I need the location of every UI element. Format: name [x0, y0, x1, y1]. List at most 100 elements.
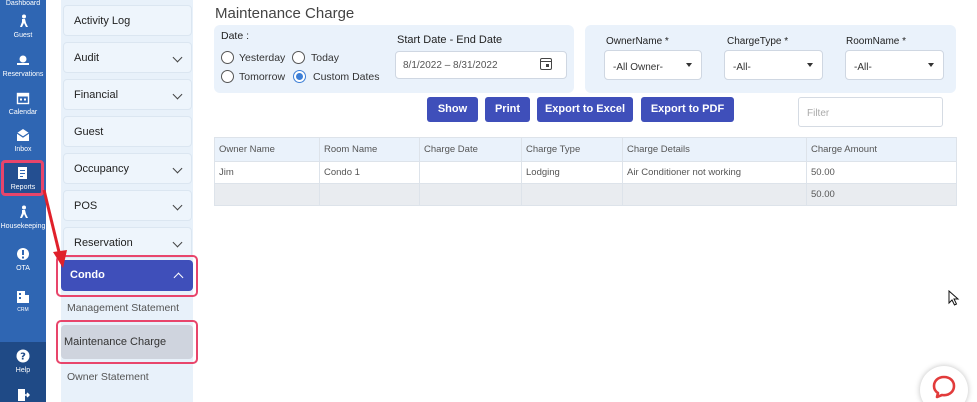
radio-custom-dates-label: Custom Dates	[313, 71, 380, 83]
menu-audit-label: Audit	[74, 52, 100, 64]
chat-widget[interactable]	[920, 366, 968, 402]
rail-reservations-label: Reservations	[2, 71, 44, 78]
table-header-row: Owner Name Room Name Charge Date Charge …	[214, 137, 957, 162]
menu-pos-label: POS	[74, 200, 98, 212]
header-charge-type[interactable]: Charge Type	[521, 137, 623, 162]
chevron-down-icon	[172, 237, 183, 248]
reports-icon	[18, 167, 27, 179]
cell-charge-type: Lodging	[521, 161, 623, 184]
chevron-down-icon	[172, 52, 183, 63]
radio-today-label: Today	[311, 52, 340, 64]
radio-yesterday[interactable]	[221, 51, 234, 64]
rail-inbox-label: Inbox	[14, 146, 32, 153]
menu-financial[interactable]: Financial	[63, 79, 192, 110]
rail-ota[interactable]: OTA	[0, 247, 46, 273]
rail-crm[interactable]: CRM	[0, 290, 46, 313]
cell-charge-date	[419, 161, 522, 184]
radio-yesterday-label: Yesterday	[239, 52, 286, 64]
rail-housekeeping-label: Housekeeping	[0, 223, 46, 230]
mouse-cursor-icon	[948, 290, 960, 306]
svg-text:?: ?	[20, 352, 26, 363]
calendar-icon[interactable]	[540, 58, 552, 70]
maintenance-charge-table: Owner Name Room Name Charge Date Charge …	[214, 137, 957, 206]
header-owner-name[interactable]: Owner Name	[214, 137, 320, 162]
nav-rail: Dashboard Guest Reservations Calendar In…	[0, 0, 46, 402]
rail-reports-label: Reports	[10, 184, 36, 191]
submenu-management-statement[interactable]: Management Statement	[67, 302, 179, 314]
rail-reservations[interactable]: Reservations	[0, 53, 46, 79]
radio-tomorrow[interactable]	[221, 70, 234, 83]
calendar-icon	[16, 92, 30, 105]
total-charge-amount: 50.00	[806, 183, 957, 206]
menu-condo-label: Condo	[70, 269, 105, 281]
menu-reservation[interactable]: Reservation	[63, 227, 192, 258]
caret-down-icon	[807, 63, 813, 67]
header-charge-amount[interactable]: Charge Amount	[806, 137, 957, 162]
rail-ota-label: OTA	[16, 265, 30, 272]
menu-activity-log-label: Activity Log	[74, 15, 131, 27]
rail-dashboard[interactable]: Dashboard	[0, 0, 46, 8]
guest-icon	[20, 14, 28, 27]
header-charge-details[interactable]: Charge Details	[622, 137, 807, 162]
owner-name-select[interactable]: -All Owner-	[604, 50, 702, 80]
header-room-name[interactable]: Room Name	[319, 137, 420, 162]
housekeeping-icon	[20, 205, 28, 218]
rail-guest-label: Guest	[13, 32, 33, 39]
page-title: Maintenance Charge	[215, 5, 355, 22]
menu-activity-log[interactable]: Activity Log	[63, 5, 192, 36]
chevron-down-icon	[172, 163, 183, 174]
chevron-down-icon	[172, 200, 183, 211]
menu-audit[interactable]: Audit	[63, 42, 192, 73]
export-pdf-button[interactable]: Export to PDF	[641, 97, 734, 122]
menu-occupancy[interactable]: Occupancy	[63, 153, 192, 184]
rail-calendar-label: Calendar	[8, 109, 38, 116]
rail-dashboard-label: Dashboard	[5, 0, 41, 7]
help-icon: ?	[16, 349, 30, 363]
table-row[interactable]: Jim Condo 1 Lodging Air Conditioner not …	[214, 161, 957, 184]
maintenance-charge-highlight: Maintenance Charge	[56, 320, 198, 364]
charge-type-label: ChargeType *	[727, 36, 789, 47]
charge-type-select[interactable]: -All-	[724, 50, 823, 80]
rail-reports[interactable]: Reports	[0, 166, 46, 192]
submenu-maintenance-charge[interactable]: Maintenance Charge	[61, 325, 193, 359]
cell-owner-name: Jim	[214, 161, 320, 184]
room-name-select[interactable]: -All-	[845, 50, 944, 80]
header-charge-date[interactable]: Charge Date	[419, 137, 522, 162]
chat-icon	[932, 375, 956, 399]
menu-pos[interactable]: POS	[63, 190, 192, 221]
rail-inbox[interactable]: Inbox	[0, 128, 46, 154]
date-label: Date :	[221, 30, 250, 42]
filter-input[interactable]: Filter	[798, 97, 943, 127]
rail-crm-label: CRM	[17, 307, 29, 313]
caret-down-icon	[928, 63, 934, 67]
menu-condo[interactable]: Condo	[61, 260, 193, 291]
radio-tomorrow-label: Tomorrow	[239, 71, 286, 83]
rail-logout[interactable]	[0, 388, 46, 402]
rail-help[interactable]: ? Help	[0, 349, 46, 375]
date-range-input[interactable]: 8/1/2022 – 8/31/2022	[395, 51, 567, 79]
cell-room-name: Condo 1	[319, 161, 420, 184]
rail-housekeeping[interactable]: Housekeeping	[0, 205, 46, 231]
radio-today[interactable]	[292, 51, 305, 64]
submenu-owner-statement[interactable]: Owner Statement	[67, 371, 149, 383]
radio-custom-dates[interactable]	[293, 70, 306, 83]
cell-charge-details: Air Conditioner not working	[622, 161, 807, 184]
print-button[interactable]: Print	[485, 97, 530, 122]
room-name-label: RoomName *	[846, 36, 907, 47]
crm-icon	[17, 291, 29, 303]
owner-name-label: OwnerName *	[606, 36, 669, 47]
ota-icon	[17, 248, 29, 260]
cell-charge-amount: 50.00	[806, 161, 957, 184]
menu-reservation-label: Reservation	[74, 237, 133, 249]
room-name-value: -All-	[854, 62, 872, 73]
chevron-down-icon	[172, 89, 183, 100]
chevron-up-icon	[173, 272, 184, 283]
show-button[interactable]: Show	[427, 97, 478, 122]
inbox-icon	[16, 129, 30, 141]
rail-guest[interactable]: Guest	[0, 14, 46, 40]
charge-type-value: -All-	[733, 62, 751, 73]
menu-guest[interactable]: Guest	[63, 116, 192, 147]
export-excel-button[interactable]: Export to Excel	[537, 97, 633, 122]
rail-calendar[interactable]: Calendar	[0, 91, 46, 117]
menu-guest-label: Guest	[74, 126, 104, 138]
